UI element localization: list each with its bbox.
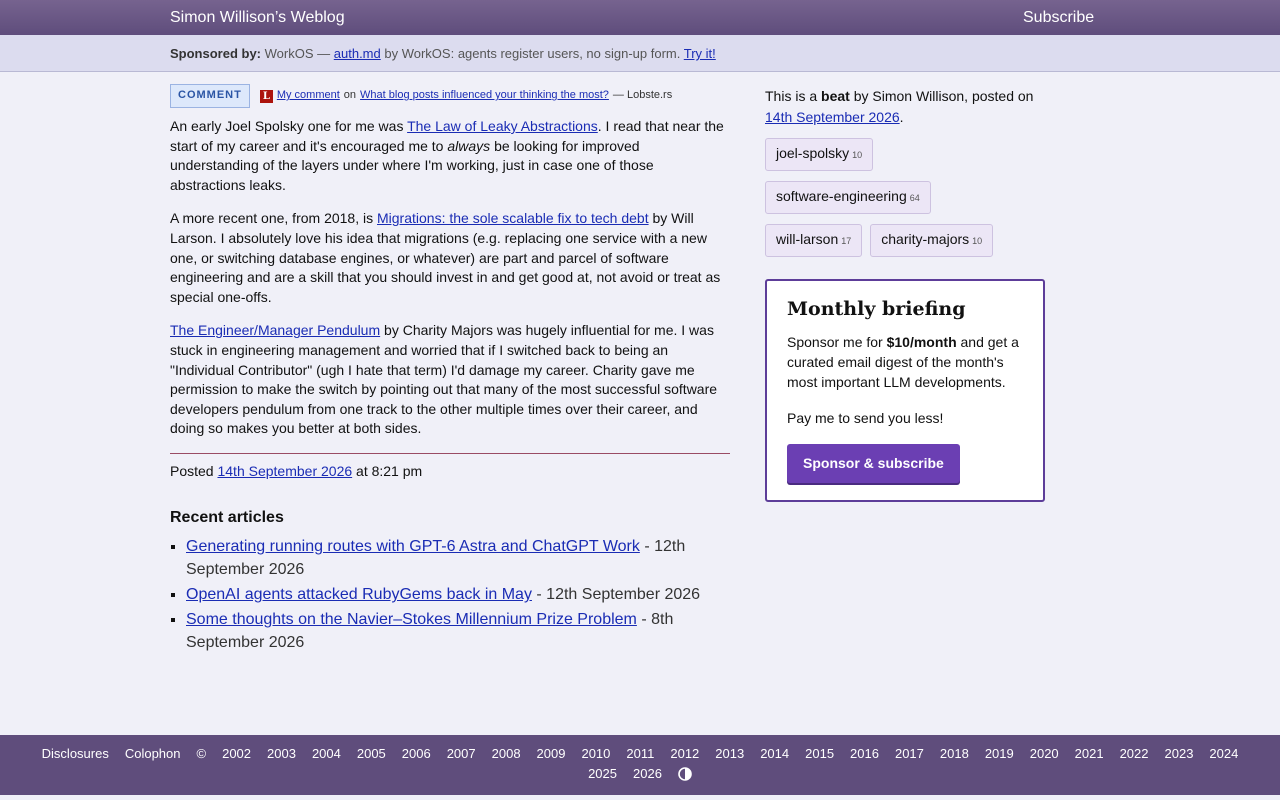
year-link[interactable]: 2011 — [626, 746, 654, 762]
tag-count: 10 — [852, 150, 863, 160]
year-link[interactable]: 2026 — [633, 766, 662, 782]
year-link[interactable]: 2013 — [715, 746, 744, 762]
year-link[interactable]: 2025 — [588, 766, 617, 782]
tag-list: joel-spolsky 10 software-engineering 64 wi… — [765, 138, 1005, 257]
tag-name: software-engineering — [776, 188, 907, 204]
year-link[interactable]: 2016 — [850, 746, 879, 762]
briefing-text-2: Pay me to send you less! — [787, 410, 944, 426]
comment-meta: COMMENT L My comment on What blog posts … — [170, 84, 730, 108]
site-title-link[interactable]: Simon Willison’s Weblog — [170, 9, 345, 27]
site-header: Simon Willison’s Weblog Subscribe — [0, 0, 1280, 35]
sponsor-auth-link[interactable]: auth.md — [334, 46, 381, 61]
posted-line: Posted 14th September 2026 at 8:21 pm — [170, 452, 730, 482]
recent-articles-list: Generating running routes with GPT-6 Ast… — [170, 535, 730, 654]
p1-emphasis: always — [447, 137, 491, 154]
paragraph-1: An early Joel Spolsky one for me was The… — [170, 117, 730, 195]
year-link[interactable]: 2012 — [670, 746, 699, 762]
p2-text-a: A more recent one, from 2018, is — [170, 210, 374, 227]
lobsters-icon: L — [259, 89, 273, 103]
list-item: OpenAI agents attacked RubyGems back in … — [186, 583, 730, 606]
intro-end: . — [899, 109, 904, 125]
tag-count: 17 — [841, 236, 852, 246]
recent-article-link[interactable]: OpenAI agents attacked RubyGems back in … — [186, 586, 532, 603]
sponsor-label: Sponsored by: — [170, 46, 262, 61]
intro-text-a: This is a — [765, 88, 818, 104]
year-link[interactable]: 2017 — [895, 746, 924, 762]
migrations-link[interactable]: Migrations: the sole scalable fix to tec… — [377, 210, 649, 226]
briefing-text: Sponsor me for $10/month and get a curat… — [787, 332, 1023, 392]
tag-will-larson[interactable]: will-larson 17 — [765, 224, 863, 257]
year-link[interactable]: 2014 — [760, 746, 789, 762]
recent-article-link[interactable]: Some thoughts on the Navier–Stokes Mille… — [186, 611, 637, 628]
pendulum-link[interactable]: The Engineer/Manager Pendulum — [170, 322, 380, 338]
site-footer: Disclosures Colophon © 2002 2003 2004 20… — [0, 735, 1280, 795]
recent-articles-heading: Recent articles — [170, 508, 284, 526]
tag-name: joel-spolsky — [776, 145, 850, 161]
year-link[interactable]: 2023 — [1165, 746, 1194, 762]
year-link[interactable]: 2015 — [805, 746, 834, 762]
posted-time: at 8:21 pm — [356, 462, 423, 479]
list-item: Generating running routes with GPT-6 Ast… — [186, 535, 730, 581]
year-link[interactable]: 2004 — [312, 746, 341, 762]
year-link[interactable]: 2009 — [537, 746, 566, 762]
on-text: on — [343, 89, 357, 102]
tag-name: charity-majors — [881, 231, 970, 247]
subscribe-link[interactable]: Subscribe — [1023, 9, 1094, 27]
thread-link[interactable]: What blog posts influenced your thinking… — [360, 86, 609, 106]
posted-label: Posted — [170, 462, 214, 479]
year-link[interactable]: 2005 — [357, 746, 386, 762]
intro-text-c: by Simon Willison, posted on — [853, 88, 1034, 104]
tag-software-engineering[interactable]: software-engineering 64 — [765, 181, 931, 214]
year-link[interactable]: 2020 — [1030, 746, 1059, 762]
year-link[interactable]: 2008 — [492, 746, 521, 762]
comment-badge: COMMENT — [170, 84, 250, 108]
main-content: COMMENT L My comment on What blog posts … — [170, 84, 730, 656]
year-link[interactable]: 2006 — [402, 746, 431, 762]
sponsor-prefix: WorkOS — — [264, 46, 331, 61]
sponsor-text: by WorkOS: agents register users, no sig… — [384, 46, 681, 61]
year-link[interactable]: 2021 — [1075, 746, 1104, 762]
tag-charity-majors[interactable]: charity-majors 10 — [870, 224, 994, 257]
year-link[interactable]: 2022 — [1120, 746, 1149, 762]
my-comment-link[interactable]: My comment — [277, 86, 340, 106]
year-link[interactable]: 2007 — [447, 746, 476, 762]
list-item: Some thoughts on the Navier–Stokes Mille… — [186, 608, 730, 654]
tag-name: will-larson — [776, 231, 839, 247]
intro-date-link[interactable]: 14th September 2026 — [765, 109, 900, 125]
source-text: — Lobste.rs — [612, 89, 673, 102]
contrast-toggle-icon[interactable] — [678, 767, 692, 781]
year-link[interactable]: 2003 — [267, 746, 296, 762]
monthly-briefing-box: Monthly briefing Sponsor me for $10/mont… — [765, 279, 1045, 502]
briefing-title: Monthly briefing — [787, 298, 966, 320]
posted-date-link[interactable]: 14th September 2026 — [217, 463, 352, 479]
tag-joel-spolsky[interactable]: joel-spolsky 10 — [765, 138, 874, 171]
leaky-abstractions-link[interactable]: The Law of Leaky Abstractions — [407, 118, 598, 134]
year-link[interactable]: 2019 — [985, 746, 1014, 762]
tag-count: 10 — [972, 236, 983, 246]
briefing-text-a: Sponsor me for — [787, 334, 883, 350]
year-link[interactable]: 2018 — [940, 746, 969, 762]
recent-article-date: - 12th September 2026 — [536, 586, 701, 604]
paragraph-3: The Engineer/Manager Pendulum by Charity… — [170, 321, 730, 439]
intro-beat: beat — [821, 88, 850, 104]
sponsor-cta-link[interactable]: Try it! — [684, 46, 716, 61]
sidebar: This is a beat by Simon Willison, posted… — [765, 86, 1055, 502]
sponsor-bar: Sponsored by: WorkOS — auth.md by WorkOS… — [0, 35, 1280, 72]
briefing-price: $10/month — [886, 334, 957, 350]
year-link[interactable]: 2002 — [222, 746, 251, 762]
colophon-link[interactable]: Colophon — [125, 746, 181, 762]
year-link[interactable]: 2010 — [581, 746, 610, 762]
year-link[interactable]: 2024 — [1209, 746, 1238, 762]
disclosures-link[interactable]: Disclosures — [42, 746, 109, 762]
p3-text-b: by Charity Majors was hugely influential… — [170, 322, 718, 437]
paragraph-2: A more recent one, from 2018, is Migrati… — [170, 209, 730, 307]
beat-intro: This is a beat by Simon Willison, posted… — [765, 86, 1055, 128]
sponsor-subscribe-button[interactable]: Sponsor & subscribe — [787, 444, 960, 483]
copyright-symbol: © — [196, 746, 207, 761]
tag-count: 64 — [909, 193, 920, 203]
recent-article-link[interactable]: Generating running routes with GPT-6 Ast… — [186, 538, 640, 555]
p1-text-a: An early Joel Spolsky one for me was — [170, 118, 404, 134]
